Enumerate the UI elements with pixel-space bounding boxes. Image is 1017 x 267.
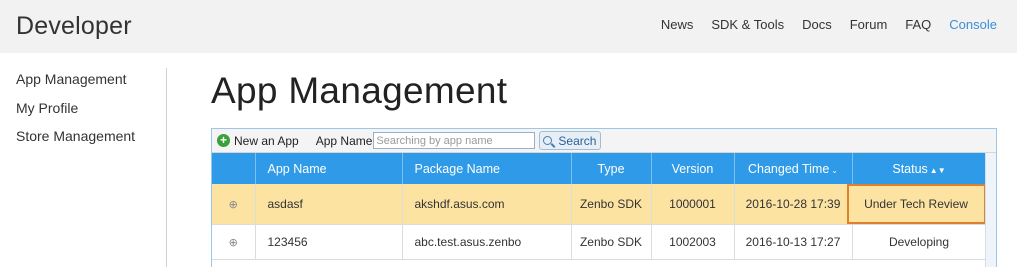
top-nav: News SDK & Tools Docs Forum FAQ Console <box>643 17 997 32</box>
cell-status: Developing <box>852 224 987 260</box>
nav-console[interactable]: Console <box>949 17 997 32</box>
cell-type: Zenbo SDK <box>571 184 652 225</box>
col-type[interactable]: Type <box>571 153 652 184</box>
cell-changed-time: 2016-10-28 17:39 <box>734 184 853 225</box>
cell-type: Zenbo SDK <box>571 224 652 260</box>
col-app-name[interactable]: App Name <box>255 153 403 184</box>
sidebar-item-store-management[interactable]: Store Management <box>16 127 166 156</box>
vertical-scrollbar[interactable] <box>985 153 996 267</box>
col-status[interactable]: Status ▲▼ <box>852 153 987 184</box>
sort-icon: ▲▼ <box>929 165 946 175</box>
search-button-label: Search <box>558 133 597 148</box>
app-grid: + New an App App Name Search App Name Pa… <box>211 128 997 267</box>
col-status-label: Status <box>892 161 928 176</box>
status-text: Under Tech Review <box>864 197 968 211</box>
table-row[interactable]: ⊕ asdasf akshdf.asus.com Zenbo SDK 10000… <box>212 184 987 225</box>
row-expand-cell[interactable]: ⊕ <box>212 224 256 260</box>
nav-news[interactable]: News <box>661 17 694 32</box>
grid-toolbar: + New an App App Name Search <box>212 129 996 153</box>
table-row[interactable]: ⊕ 123456 abc.test.asus.zenbo Zenbo SDK 1… <box>212 224 987 260</box>
table-header-row: App Name Package Name Type Version Chang… <box>212 153 987 184</box>
cell-changed-time: 2016-10-13 17:27 <box>734 224 853 260</box>
app-name-search-input[interactable] <box>373 132 536 149</box>
row-expand-cell[interactable]: ⊕ <box>212 184 256 225</box>
cell-version: 1002003 <box>651 224 735 260</box>
expand-icon[interactable]: ⊕ <box>229 199 238 211</box>
sidebar-divider <box>166 68 167 267</box>
sidebar-item-my-profile[interactable]: My Profile <box>16 99 166 128</box>
cell-package-name: akshdf.asus.com <box>402 184 572 225</box>
cell-app-name: 123456 <box>255 224 403 260</box>
app-table: App Name Package Name Type Version Chang… <box>212 153 987 260</box>
nav-docs[interactable]: Docs <box>802 17 832 32</box>
cell-status: Under Tech Review <box>846 184 987 225</box>
col-expand <box>212 153 256 184</box>
col-version[interactable]: Version <box>651 153 735 184</box>
magnifier-icon <box>543 136 553 145</box>
nav-faq[interactable]: FAQ <box>905 17 931 32</box>
new-app-label: New an App <box>234 133 299 148</box>
cell-version: 1000001 <box>651 184 735 225</box>
expand-icon[interactable]: ⊕ <box>229 237 238 249</box>
cell-package-name: abc.test.asus.zenbo <box>402 224 572 260</box>
new-app-button[interactable]: + New an App <box>217 134 299 148</box>
top-bar: Developer News SDK & Tools Docs Forum FA… <box>0 0 1017 53</box>
cell-app-name: asdasf <box>255 184 403 225</box>
search-button[interactable]: Search <box>539 131 602 150</box>
nav-sdk-tools[interactable]: SDK & Tools <box>711 17 784 32</box>
sidebar: App Management My Profile Store Manageme… <box>16 70 166 156</box>
nav-forum[interactable]: Forum <box>850 17 888 32</box>
chevron-down-icon: ⌄ <box>831 165 838 175</box>
col-package-name[interactable]: Package Name <box>402 153 572 184</box>
page-title: App Management <box>211 70 508 111</box>
status-highlight: Under Tech Review <box>846 184 986 224</box>
col-changed-time-label: Changed Time <box>747 161 830 176</box>
plus-circle-icon: + <box>217 134 230 147</box>
app-name-label: App Name <box>315 133 373 148</box>
sidebar-item-app-management[interactable]: App Management <box>16 70 166 99</box>
brand-logo[interactable]: Developer <box>16 12 132 41</box>
col-changed-time[interactable]: Changed Time ⌄ <box>734 153 853 184</box>
